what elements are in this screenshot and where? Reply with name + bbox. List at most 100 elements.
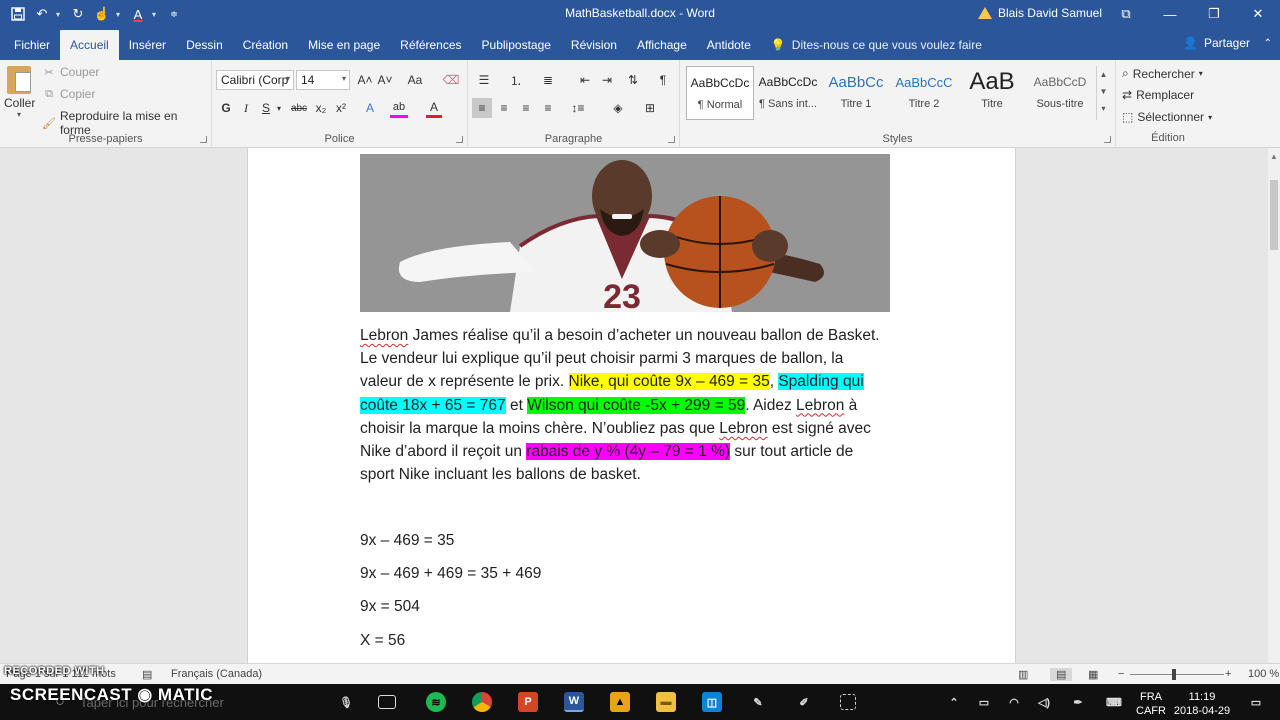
app-icon[interactable]: ▲ <box>610 692 630 712</box>
equation-line[interactable]: X = 56 <box>360 632 405 650</box>
equation-line[interactable]: 9x = 504 <box>360 598 420 616</box>
equation-line[interactable]: 9x – 469 = 35 <box>360 532 454 550</box>
find-button[interactable]: ⌕ Rechercher ▾ <box>1122 66 1203 81</box>
tab-affichage[interactable]: Affichage <box>627 30 697 60</box>
zoom-in-icon[interactable]: + <box>1225 668 1231 680</box>
zoom-out-icon[interactable]: − <box>1118 668 1124 680</box>
tell-me-box[interactable]: 💡 Dites-nous ce que vous voulez faire <box>761 30 992 60</box>
proofing-icon[interactable]: ▤ <box>142 668 152 681</box>
notepad-icon[interactable]: ✐ <box>794 692 814 712</box>
font-size-select[interactable]: 14 ▾ <box>296 70 350 90</box>
italic-button[interactable]: I <box>238 98 254 118</box>
tab-references[interactable]: Références <box>390 30 471 60</box>
volume-icon[interactable]: ◁) <box>1034 692 1054 712</box>
tab-revision[interactable]: Révision <box>561 30 627 60</box>
scroll-up-icon[interactable]: ▲ <box>1270 152 1278 161</box>
multilevel-list-icon[interactable]: ≣ <box>538 70 558 90</box>
tab-accueil[interactable]: Accueil <box>60 30 119 60</box>
borders-icon[interactable]: ⊞ <box>640 98 660 118</box>
change-case-button[interactable]: Aa <box>402 70 428 90</box>
collapse-ribbon-icon[interactable]: ⌃ <box>1264 38 1272 49</box>
font-color-button[interactable]: A <box>426 98 442 118</box>
maximize-button[interactable]: ❐ <box>1192 0 1236 28</box>
equation-line[interactable]: 9x – 469 + 469 = 35 + 469 <box>360 565 541 583</box>
zoom-slider-thumb[interactable] <box>1172 669 1176 680</box>
style-subtitle[interactable]: AaBbCcD Sous-titre <box>1026 66 1094 120</box>
subscript-button[interactable]: x₂ <box>312 98 330 118</box>
style-normal[interactable]: AaBbCcDc ¶ Normal <box>686 66 754 120</box>
tab-fichier[interactable]: Fichier <box>4 30 60 60</box>
bullets-icon[interactable]: ☰ <box>474 70 494 90</box>
print-layout-icon[interactable]: ▤ <box>1050 668 1073 681</box>
microphone-icon[interactable]: 🎙 <box>336 692 356 712</box>
align-left-icon[interactable]: ≡ <box>472 98 492 118</box>
ribbon-display-options-button[interactable]: ⧉ <box>1104 0 1148 28</box>
style-title[interactable]: AaB Titre <box>958 66 1026 120</box>
close-button[interactable]: ✕ <box>1236 0 1280 28</box>
task-view-icon[interactable] <box>378 695 396 709</box>
tab-mise-en-page[interactable]: Mise en page <box>298 30 390 60</box>
show-marks-icon[interactable]: ¶ <box>654 70 672 90</box>
show-hidden-icons[interactable]: ⌃ <box>944 692 964 712</box>
tab-creation[interactable]: Création <box>233 30 298 60</box>
clear-formatting-icon[interactable]: ⌫ <box>442 70 460 90</box>
decrease-indent-icon[interactable]: ⇤ <box>576 70 594 90</box>
cut-button[interactable]: ✂ Couper <box>42 65 99 79</box>
highlight-button[interactable]: ab <box>390 98 408 118</box>
zoom-slider[interactable] <box>1130 674 1224 675</box>
paragraph-launcher-icon[interactable] <box>668 136 675 143</box>
web-layout-icon[interactable]: ▦ <box>1088 668 1098 681</box>
scroll-thumb[interactable] <box>1270 180 1278 250</box>
notifications-icon[interactable]: ▭ <box>1246 692 1266 712</box>
tab-antidote[interactable]: Antidote <box>697 30 761 60</box>
shrink-font-button[interactable]: A˅ <box>376 70 394 90</box>
style-no-spacing[interactable]: AaBbCcDc ¶ Sans int... <box>754 66 822 120</box>
powerpoint-icon[interactable]: P <box>518 692 538 712</box>
shading-icon[interactable]: ◈ <box>608 98 628 118</box>
underline-dropdown-icon[interactable]: ▾ <box>274 98 284 118</box>
problem-paragraph[interactable]: Lebron James réalise qu’il a besoin d’ac… <box>360 324 920 486</box>
style-heading-2[interactable]: AaBbCcC Titre 2 <box>890 66 958 120</box>
align-right-icon[interactable]: ≡ <box>516 98 536 118</box>
share-button[interactable]: 👤 Partager <box>1183 36 1250 50</box>
align-center-icon[interactable]: ≡ <box>494 98 514 118</box>
store-icon[interactable]: ◫ <box>702 692 722 712</box>
select-button[interactable]: ⬚ Sélectionner ▾ <box>1122 110 1212 124</box>
tab-publipostage[interactable]: Publipostage <box>472 30 561 60</box>
user-account[interactable]: Blais David Samuel <box>977 6 1102 20</box>
battery-icon[interactable]: ▭ <box>974 692 994 712</box>
increase-indent-icon[interactable]: ⇥ <box>598 70 616 90</box>
sort-icon[interactable]: ⇅ <box>624 70 642 90</box>
styles-gallery-scroll[interactable]: ▲ ▼ ▾ <box>1096 66 1110 120</box>
file-explorer-icon[interactable]: ▬ <box>656 692 676 712</box>
replace-button[interactable]: ⇄ Remplacer <box>1122 88 1194 102</box>
minimize-button[interactable]: — <box>1148 0 1192 28</box>
snipping-tool-icon[interactable] <box>840 694 856 710</box>
read-mode-icon[interactable]: ▥ <box>1018 668 1028 681</box>
language-status[interactable]: Français (Canada) <box>171 668 262 680</box>
bold-button[interactable]: G <box>218 98 234 118</box>
paint-icon[interactable]: ✎ <box>748 692 768 712</box>
tab-inserer[interactable]: Insérer <box>119 30 176 60</box>
paste-dropdown-icon[interactable]: ▾ <box>4 110 34 119</box>
chrome-icon[interactable] <box>472 692 492 712</box>
superscript-button[interactable]: x² <box>332 98 350 118</box>
tab-dessin[interactable]: Dessin <box>176 30 233 60</box>
input-language[interactable]: FRA CAFR <box>1134 690 1168 718</box>
underline-button[interactable]: S <box>258 98 274 118</box>
spotify-icon[interactable]: ≋ <box>426 692 446 712</box>
wifi-icon[interactable]: ◠ <box>1004 692 1024 712</box>
copy-button[interactable]: ⧉ Copier <box>42 87 95 101</box>
justify-icon[interactable]: ≡ <box>538 98 558 118</box>
pen-icon[interactable]: ✒ <box>1068 692 1088 712</box>
font-launcher-icon[interactable] <box>456 136 463 143</box>
zoom-level[interactable]: 100 % <box>1248 668 1279 680</box>
text-effects-button[interactable]: A <box>362 98 378 118</box>
vertical-scrollbar[interactable]: ▲ <box>1268 148 1280 663</box>
clock[interactable]: 11:19 2018-04-29 <box>1172 690 1232 718</box>
styles-launcher-icon[interactable] <box>1104 136 1111 143</box>
grow-font-button[interactable]: A˄ <box>356 70 374 90</box>
strikethrough-button[interactable]: abc <box>288 98 310 118</box>
style-heading-1[interactable]: AaBbCc Titre 1 <box>822 66 890 120</box>
player-photo[interactable]: 23 <box>360 154 890 312</box>
